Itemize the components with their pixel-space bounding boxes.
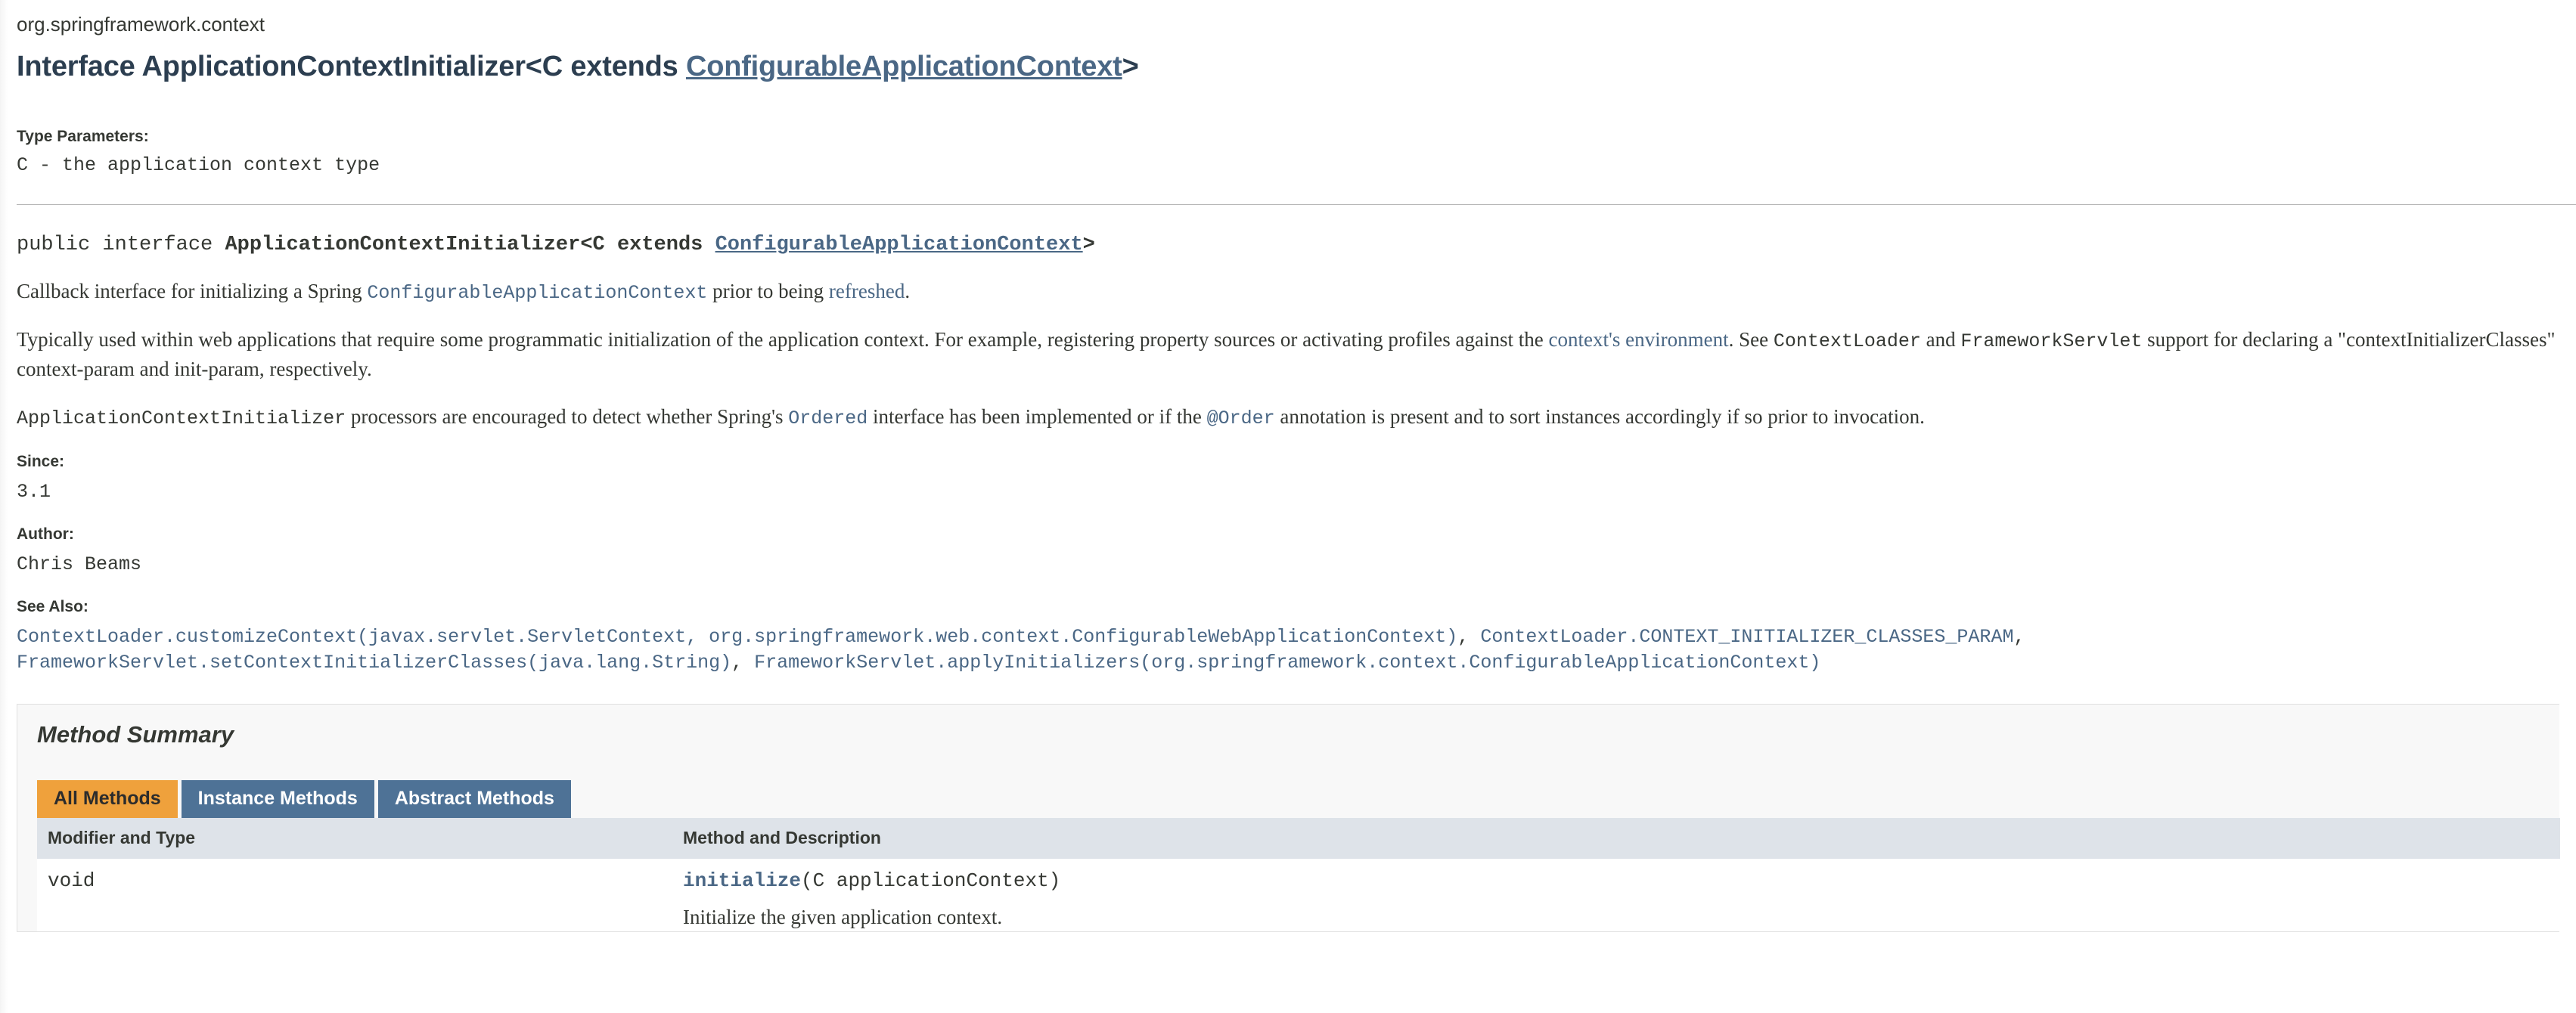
desc-p3-text-c: annotation is present and to sort instan…	[1274, 404, 1925, 428]
tab-instance-methods[interactable]: Instance Methods	[181, 779, 374, 819]
type-parameters-label: Type Parameters:	[17, 128, 149, 146]
method-description-text: Initialize the given application context…	[683, 906, 1003, 929]
desc-p1-text-b: prior to being	[707, 280, 829, 303]
type-parameters-block: Type Parameters: C - the application con…	[17, 126, 2576, 178]
see-also-sep-2: ,	[2013, 625, 2025, 648]
link-refreshed[interactable]: refreshed	[829, 280, 905, 302]
page-title: Interface ApplicationContextInitializer<…	[17, 51, 2576, 83]
cell-modifier-type: void	[37, 859, 672, 931]
tab-abstract-methods[interactable]: Abstract Methods	[377, 779, 571, 819]
link-configurable-application-context-desc[interactable]: ConfigurableApplicationContext	[367, 282, 707, 304]
desc-p3-text-b: interface has been implemented or if the	[867, 404, 1207, 428]
see-also-sep-1: ,	[1457, 625, 1481, 648]
code-context-loader: ContextLoader	[1773, 330, 1921, 352]
method-summary-title: Method Summary	[37, 720, 234, 748]
package-name: org.springframework.context	[17, 13, 265, 36]
author-label: Author:	[17, 525, 74, 544]
author-block: Author: Chris Beams	[17, 524, 2576, 577]
see-also-block: See Also: ContextLoader.customizeContext…	[17, 596, 2576, 676]
author-value: Chris Beams	[17, 553, 142, 575]
desc-p2-text-c: and	[1920, 327, 1961, 351]
page-title-prefix: Interface ApplicationContextInitializer<…	[17, 50, 686, 82]
page-title-suffix: >	[1122, 50, 1139, 82]
desc-p1-text-a: Callback interface for initializing a Sp…	[17, 280, 368, 303]
link-configurable-application-context-title[interactable]: ConfigurableApplicationContext	[686, 51, 1122, 82]
cell-method-description: initialize(C applicationContext) Initial…	[672, 859, 2560, 931]
tab-all-methods[interactable]: All Methods	[37, 779, 178, 819]
signature-modifiers: public interface	[17, 234, 225, 257]
since-block: Since: 3.1	[17, 451, 2576, 504]
see-also-link-context-initializer-classes-param[interactable]: ContextLoader.CONTEXT_INITIALIZER_CLASSE…	[1480, 626, 2013, 648]
description-paragraph-2: Typically used within web applications t…	[17, 325, 2565, 384]
method-summary-table: Modifier and Type Method and Description…	[37, 818, 2560, 931]
signature-name: ApplicationContextInitializer<C extends	[225, 234, 715, 257]
link-ordered[interactable]: Ordered	[788, 407, 867, 429]
table-row: void initialize(C applicationContext) In…	[37, 859, 2560, 931]
see-also-line-1: ContextLoader.customizeContext(javax.ser…	[17, 624, 2576, 651]
desc-p2-text-b: . See	[1728, 327, 1774, 351]
description-paragraph-1: Callback interface for initializing a Sp…	[17, 277, 2565, 307]
desc-p2-text-a: Typically used within web applications t…	[17, 327, 1549, 351]
link-contexts-environment[interactable]: context's environment	[1549, 328, 1729, 351]
class-signature: public interface ApplicationContextIniti…	[17, 232, 2576, 259]
type-parameters-entry: C - the application context type	[17, 154, 380, 177]
table-header-row: Modifier and Type Method and Description	[37, 818, 2560, 860]
see-also-link-customize-context[interactable]: ContextLoader.customizeContext(javax.ser…	[17, 626, 1457, 648]
since-label: Since:	[17, 453, 65, 471]
horizontal-divider	[17, 204, 2576, 206]
description-paragraph-3: ApplicationContextInitializer processors…	[17, 402, 2565, 432]
link-order-annotation[interactable]: @Order	[1207, 407, 1275, 429]
method-signature: initialize(C applicationContext)	[683, 869, 2560, 892]
see-also-label: See Also:	[17, 598, 88, 616]
signature-close: >	[1082, 234, 1095, 257]
column-header-method-and-description: Method and Description	[672, 818, 2560, 860]
method-summary-panel: Method Summary All Methods Instance Meth…	[17, 703, 2560, 932]
code-framework-servlet: FrameworkServlet	[1960, 330, 2143, 352]
link-configurable-application-context-signature[interactable]: ConfigurableApplicationContext	[715, 234, 1083, 256]
see-also-link-apply-initializers[interactable]: FrameworkServlet.applyInitializers(org.s…	[754, 652, 1820, 674]
desc-p1-text-c: .	[905, 280, 911, 303]
column-header-modifier-and-type: Modifier and Type	[37, 818, 672, 860]
since-value: 3.1	[17, 480, 51, 503]
desc-p3-text-a: processors are encouraged to detect whet…	[346, 404, 789, 428]
see-also-sep-3: ,	[731, 652, 755, 674]
method-params: (C applicationContext)	[801, 869, 1061, 893]
page-content: org.springframework.context Interface Ap…	[0, 0, 2576, 677]
see-also-link-set-context-initializer-classes[interactable]: FrameworkServlet.setContextInitializerCl…	[17, 652, 731, 674]
method-summary-tabs: All Methods Instance Methods Abstract Me…	[37, 779, 2559, 819]
javadoc-page: org.springframework.context Interface Ap…	[0, 0, 2576, 1013]
code-application-context-initializer: ApplicationContextInitializer	[17, 407, 346, 429]
see-also-line-2: FrameworkServlet.setContextInitializerCl…	[17, 650, 2576, 677]
link-initialize-method[interactable]: initialize	[683, 869, 801, 892]
